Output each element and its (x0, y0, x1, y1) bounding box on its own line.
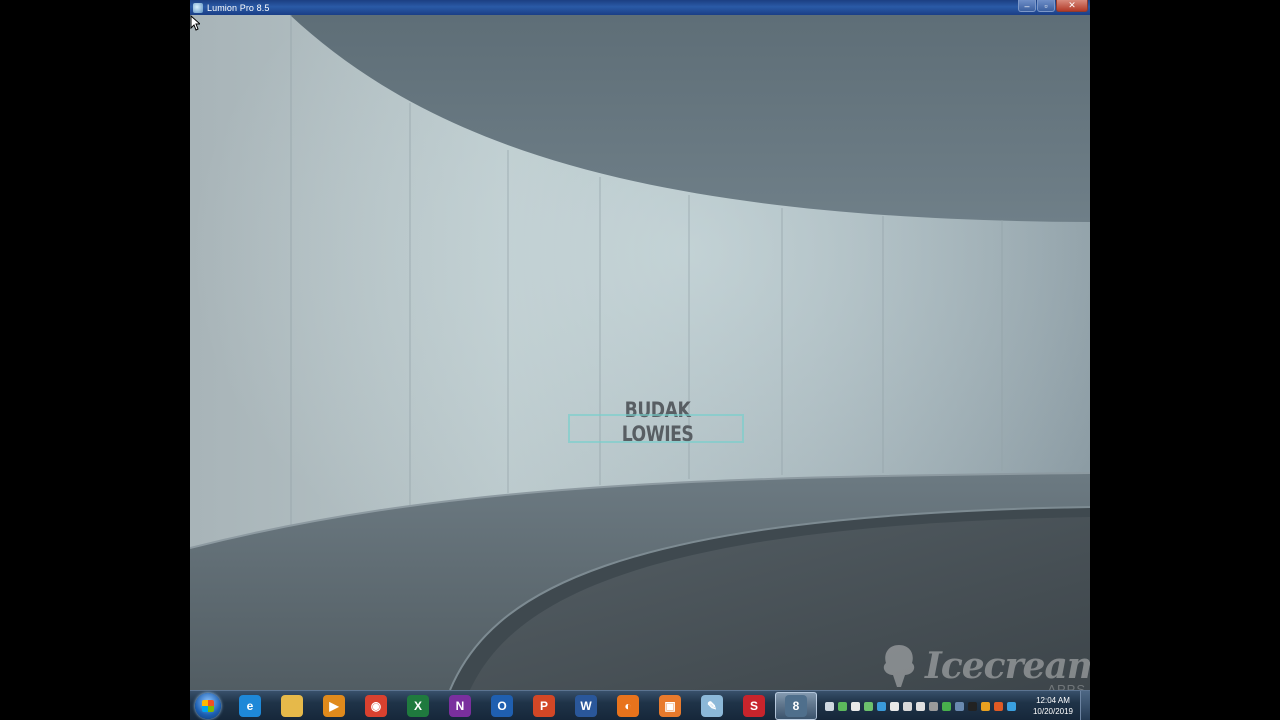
tray-icon-1[interactable] (838, 701, 847, 711)
taskbar-button-notepad[interactable]: ✎ (691, 692, 733, 720)
maximize-button[interactable]: ▫ (1037, 0, 1055, 12)
tray-icon-2[interactable] (851, 701, 860, 711)
mouse-cursor-icon (190, 15, 200, 31)
lumion-window: Lumion Pro 8.5 – ▫ ✕ BUDAK LOWIES Icecre… (190, 0, 1090, 720)
tray-icon-10[interactable] (955, 701, 964, 711)
close-button[interactable]: ✕ (1056, 0, 1088, 12)
window-title: Lumion Pro 8.5 (207, 2, 270, 13)
clock-date: 10/20/2019 (1032, 707, 1074, 716)
taskbar-button-internet-explorer[interactable]: e (229, 692, 271, 720)
taskbar-button-excel[interactable]: X (397, 692, 439, 720)
file-explorer-icon (281, 694, 303, 717)
taskbar-button-word[interactable]: W (565, 692, 607, 720)
taskbar-button-media-player[interactable]: ▶ (313, 692, 355, 720)
lumion-icon (193, 2, 203, 13)
title-bar[interactable]: Lumion Pro 8.5 – ▫ ✕ (190, 0, 1090, 15)
concrete-room-background (190, 15, 1090, 690)
powerpoint-icon: P (533, 694, 555, 717)
watermark-subtext: APPS (1047, 682, 1086, 690)
tray-icon-8[interactable] (929, 701, 938, 711)
taskbar-button-chrome[interactable]: ◉ (355, 692, 397, 720)
taskbar-button-lumion-active[interactable]: 8 (775, 691, 817, 720)
outlook-icon: O (491, 694, 513, 717)
tray-icon-3[interactable] (864, 701, 873, 711)
taskbar-button-powerpoint[interactable]: P (523, 692, 565, 720)
tray-icon-6[interactable] (903, 701, 912, 711)
tray-icon-12[interactable] (981, 701, 990, 711)
splash-input-box[interactable] (568, 414, 744, 443)
tray-icon-13[interactable] (994, 701, 1003, 711)
lumion-app-icon: ▣ (659, 694, 681, 717)
taskbar-button-file-explorer[interactable] (271, 692, 313, 720)
taskbar-button-firefox[interactable]: ◐ (607, 692, 649, 720)
icecream-watermark: Icecream APPS (875, 643, 1090, 690)
onenote-icon: N (449, 694, 471, 717)
excel-icon: X (407, 694, 429, 717)
tray-icon-11[interactable] (968, 701, 977, 711)
taskbar-button-sketchup[interactable]: S (733, 692, 775, 720)
notepad-icon: ✎ (701, 694, 723, 717)
show-desktop-button[interactable] (1080, 691, 1090, 720)
tray-icon-9[interactable] (942, 701, 951, 711)
taskbar-button-lumion-app[interactable]: ▣ (649, 692, 691, 720)
word-icon: W (575, 694, 597, 717)
start-button[interactable] (195, 692, 221, 719)
tray-icon-14[interactable] (1007, 701, 1016, 711)
taskbar-button-onenote[interactable]: N (439, 692, 481, 720)
clock[interactable]: 12:04 AM 10/20/2019 (1028, 695, 1078, 717)
tray-icon-5[interactable] (890, 701, 899, 711)
tray-icon-0[interactable] (825, 701, 834, 711)
window-controls: – ▫ ✕ (1018, 0, 1088, 13)
minimize-button[interactable]: – (1018, 0, 1036, 12)
tray-icon-7[interactable] (916, 701, 925, 711)
chrome-icon: ◉ (365, 694, 387, 717)
sketchup-icon: S (743, 694, 765, 717)
lumion-active-icon: 8 (785, 694, 807, 717)
pinned-apps: e ▶ ◉ X N O P W ◐ ▣ ✎ S 8 (229, 691, 817, 720)
clock-time: 12:04 AM (1036, 696, 1070, 705)
internet-explorer-icon: e (239, 694, 261, 717)
firefox-icon: ◐ (617, 694, 639, 717)
taskbar-button-outlook[interactable]: O (481, 692, 523, 720)
media-player-icon: ▶ (323, 694, 345, 717)
system-tray (825, 691, 1016, 720)
scene-viewport[interactable]: BUDAK LOWIES Icecream APPS (190, 15, 1090, 690)
icecream-logo-icon (883, 645, 915, 687)
tray-icon-4[interactable] (877, 701, 886, 711)
watermark-text: Icecream (925, 645, 1090, 687)
taskbar: e ▶ ◉ X N O P W ◐ ▣ ✎ S 8 12:04 AM 10/20/2019 (190, 690, 1090, 720)
windows-logo-icon (202, 699, 214, 712)
